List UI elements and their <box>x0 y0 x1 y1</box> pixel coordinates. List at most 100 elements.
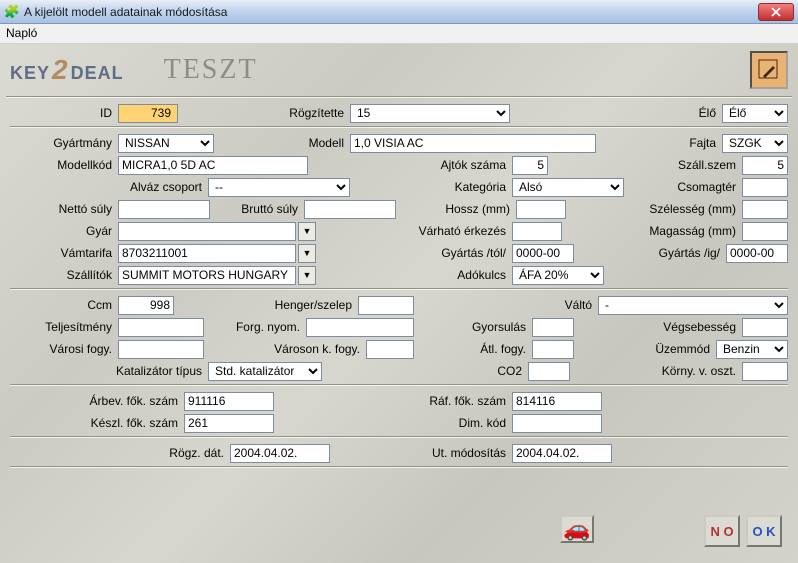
header-row: KEY2DEAL TESZT <box>6 50 792 94</box>
co2-label: CO2 <box>324 364 526 378</box>
modell-field[interactable] <box>350 134 596 153</box>
keszl-field[interactable] <box>184 414 274 433</box>
valto-select[interactable]: - <box>598 296 788 315</box>
fajta-select[interactable]: SZGK <box>722 134 788 153</box>
arbev-field[interactable] <box>184 392 274 411</box>
raf-field[interactable] <box>512 392 602 411</box>
gyartas-tol-field[interactable] <box>512 244 574 263</box>
henger-field[interactable] <box>358 296 414 315</box>
vegsebesseg-label: Végsebesség <box>576 320 740 334</box>
alvaz-label: Alváz csoport <box>10 180 206 194</box>
brutto-field[interactable] <box>304 200 396 219</box>
szallitok-field[interactable] <box>118 266 296 285</box>
vamtarifa-field[interactable] <box>118 244 296 263</box>
varosonkfogy-field[interactable] <box>366 340 414 359</box>
elo-select[interactable]: Élő <box>722 104 788 123</box>
footer-buttons: N O O K <box>704 515 782 547</box>
hossz-field[interactable] <box>516 200 566 219</box>
separator <box>10 466 788 468</box>
forgnyom-field[interactable] <box>306 318 414 337</box>
modellkod-label: Modellkód <box>10 158 116 172</box>
pencil-icon <box>757 58 781 82</box>
car-button[interactable]: 🚗 <box>560 515 594 543</box>
gyar-field[interactable] <box>118 222 296 241</box>
fajta-label: Fajta <box>598 136 720 150</box>
app-icon: 🧩 <box>4 4 20 20</box>
edit-mode-button[interactable] <box>750 51 788 89</box>
ajtok-field[interactable] <box>512 156 548 175</box>
magassag-field[interactable] <box>742 222 788 241</box>
varosifogy-field[interactable] <box>118 340 204 359</box>
vamtarifa-label: Vámtarifa <box>10 246 116 260</box>
modellkod-field[interactable] <box>118 156 308 175</box>
no-button-label: N O <box>710 524 733 539</box>
kattipus-label: Katalizátor típus <box>10 364 206 378</box>
kornyvoszt-field[interactable] <box>742 362 788 381</box>
netto-field[interactable] <box>118 200 210 219</box>
vamtarifa-dropdown-button[interactable]: ▼ <box>298 244 316 263</box>
szallszem-field[interactable] <box>742 156 788 175</box>
dim-field[interactable] <box>512 414 602 433</box>
csomagter-field[interactable] <box>742 178 788 197</box>
utmod-field[interactable] <box>512 444 612 463</box>
no-button[interactable]: N O <box>704 515 740 547</box>
szallitok-label: Szállítók <box>10 268 116 282</box>
menu-log[interactable]: Napló <box>6 26 37 40</box>
gyartmany-label: Gyártmány <box>10 136 116 150</box>
rogzitette-label: Rögzítette <box>180 106 348 120</box>
rogzitette-select[interactable]: 15 <box>350 104 510 123</box>
csomagter-label: Csomagtér <box>626 180 740 194</box>
gyartmany-select[interactable]: NISSAN <box>118 134 214 153</box>
gyartas-ig-field[interactable] <box>726 244 788 263</box>
szelesseg-label: Szélesség (mm) <box>568 202 740 216</box>
kattipus-select[interactable]: Std. katalizátor <box>208 362 322 381</box>
uzemmod-select[interactable]: Benzin <box>716 340 788 359</box>
valto-label: Váltó <box>416 298 596 312</box>
rogzdat-field[interactable] <box>230 444 330 463</box>
separator <box>10 126 788 128</box>
vegsebesseg-field[interactable] <box>742 318 788 337</box>
henger-label: Henger/szelep <box>176 298 356 312</box>
szallszem-label: Száll.szem <box>550 158 740 172</box>
alvaz-select[interactable]: -- <box>208 178 350 197</box>
teljesitmeny-field[interactable] <box>118 318 204 337</box>
titlebar: 🧩 A kijelölt modell adatainak módosítása <box>0 0 798 24</box>
ok-button-label: O K <box>752 524 775 539</box>
gyorsulas-field[interactable] <box>532 318 574 337</box>
szelesseg-field[interactable] <box>742 200 788 219</box>
adokulcs-label: Adókulcs <box>318 268 510 282</box>
rogzdat-label: Rögz. dát. <box>10 446 228 460</box>
logo-left: KEY <box>10 63 50 83</box>
logo-mid: 2 <box>52 54 69 85</box>
separator <box>10 288 788 290</box>
varosifogy-label: Városi fogy. <box>10 342 116 356</box>
atlfogy-field[interactable] <box>532 340 574 359</box>
ok-button[interactable]: O K <box>746 515 782 547</box>
teljesitmeny-label: Teljesítmény <box>10 320 116 334</box>
raf-label: Ráf. fők. szám <box>276 394 510 408</box>
szallitok-dropdown-button[interactable]: ▼ <box>298 266 316 285</box>
magassag-label: Magasság (mm) <box>564 224 740 238</box>
gyartas-ig-label: Gyártás /ig/ <box>576 246 724 260</box>
varosonkfogy-label: Városon k. fogy. <box>206 342 364 356</box>
client-area: KEY2DEAL TESZT ID Rögzítette 15 Élő Élő … <box>0 44 798 563</box>
id-field[interactable] <box>118 104 178 123</box>
arbev-label: Árbev. fők. szám <box>10 394 182 408</box>
hossz-label: Hossz (mm) <box>398 202 514 216</box>
co2-field[interactable] <box>528 362 570 381</box>
logo-right: DEAL <box>71 63 124 83</box>
varhato-label: Várható érkezés <box>318 224 510 238</box>
kategoria-select[interactable]: Alsó <box>512 178 624 197</box>
keszl-label: Készl. fők. szám <box>10 416 182 430</box>
varhato-field[interactable] <box>512 222 562 241</box>
netto-label: Nettó súly <box>10 202 116 216</box>
form-area: ID Rögzítette 15 Élő Élő Gyártmány NISSA… <box>6 102 792 468</box>
gyar-dropdown-button[interactable]: ▼ <box>298 222 316 241</box>
close-button[interactable] <box>758 3 794 21</box>
utmod-label: Ut. módosítás <box>332 446 510 460</box>
adokulcs-select[interactable]: ÁFA 20% <box>512 266 604 285</box>
uzemmod-label: Üzemmód <box>576 342 714 356</box>
ccm-field[interactable] <box>118 296 174 315</box>
car-icon: 🚗 <box>563 516 590 542</box>
modell-label: Modell <box>216 136 348 150</box>
